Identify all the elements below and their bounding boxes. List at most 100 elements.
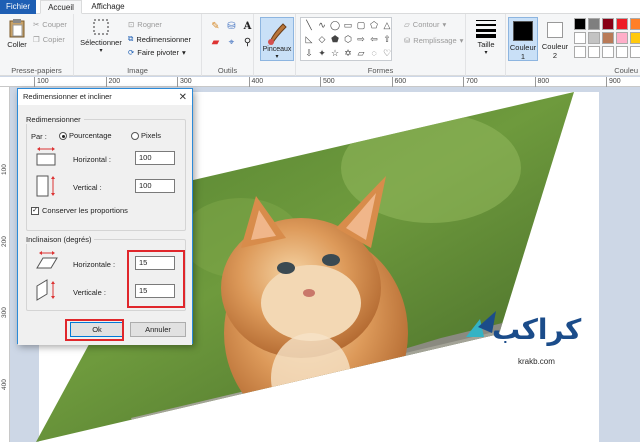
cancel-button[interactable]: Annuler: [130, 322, 186, 337]
down-arrow-icon[interactable]: ⇩: [303, 47, 315, 60]
hexagon-shape-icon[interactable]: ⬡: [342, 33, 354, 46]
horizontal-ruler: 100 200 300 400 500 600 700 800 900: [0, 77, 640, 87]
vertical-skew-icon: [36, 279, 55, 301]
cut-button[interactable]: ✂ Couper: [33, 20, 67, 29]
color-swatch[interactable]: [574, 18, 586, 30]
dialog-title: Redimensionner et incliner: [23, 92, 112, 101]
chevron-down-icon: ▾: [442, 20, 447, 29]
close-icon[interactable]: ✕: [179, 90, 187, 106]
ruler-tick-label: 200: [105, 77, 120, 87]
magnifier-icon[interactable]: ⚲: [240, 36, 255, 50]
skew-inputs-highlight: [127, 250, 185, 308]
crop-icon: ⊡: [128, 20, 135, 29]
outline-button[interactable]: ▱ Contour ▾: [404, 20, 446, 29]
color-swatch[interactable]: [602, 46, 614, 58]
rotate-button[interactable]: ⟳ Faire pivoter ▾: [128, 48, 186, 57]
tab-home[interactable]: Accueil: [40, 0, 82, 14]
color-swatch[interactable]: [574, 46, 586, 58]
curve-shape-icon[interactable]: ∿: [316, 19, 328, 32]
color-swatch[interactable]: [616, 46, 628, 58]
brushes-button[interactable]: Pinceaux ▾: [260, 17, 294, 61]
ruler-tick-label: 400: [248, 77, 263, 87]
color-swatch[interactable]: [588, 32, 600, 44]
vertical-label: Vertical :: [73, 183, 102, 192]
resize-button[interactable]: ⧉ Redimensionner: [128, 34, 191, 44]
ruler-tick-label: 400: [1, 378, 8, 390]
color-swatch[interactable]: [630, 46, 640, 58]
tab-file[interactable]: Fichier: [0, 0, 36, 14]
color-swatch[interactable]: [616, 18, 628, 30]
oval-shape-icon[interactable]: ◯: [329, 19, 341, 32]
fill-icon: ⛁: [404, 36, 411, 45]
colors-group: Couleur 1 Couleur 2 Couleu: [506, 14, 640, 76]
paste-button[interactable]: Coller: [3, 18, 31, 49]
rotate-icon: ⟳: [128, 48, 135, 57]
diamond-shape-icon[interactable]: ◇: [316, 33, 328, 46]
color-swatch[interactable]: [574, 32, 586, 44]
copy-icon: ❐: [33, 35, 40, 44]
clipboard-group: Coller ✂ Couper ❐ Copier Presse-papiers: [0, 14, 74, 76]
color-swatch[interactable]: [630, 32, 640, 44]
percent-radio[interactable]: Pourcentage: [59, 131, 112, 141]
color-swatch[interactable]: [602, 18, 614, 30]
clipboard-icon: [9, 19, 25, 38]
color-swatch[interactable]: [616, 32, 628, 44]
color-swatch[interactable]: [588, 18, 600, 30]
fill-button[interactable]: ⛁ Remplissage ▾: [404, 36, 463, 45]
dialog-title-bar: Redimensionner et incliner ✕: [18, 89, 192, 105]
left-arrow-icon[interactable]: ⇦: [368, 33, 380, 46]
tab-view[interactable]: Affichage: [84, 0, 132, 14]
pentagon-shape-icon[interactable]: ⬟: [329, 33, 341, 46]
watermark-url: krakb.com: [518, 357, 555, 366]
pencil-icon[interactable]: ✎: [208, 20, 223, 34]
outline-label: Contour: [412, 20, 440, 29]
color2-label: Couleur 2: [541, 42, 569, 60]
ruler-tick-label: 200: [1, 235, 8, 247]
watermark: كراكب krakb.com: [462, 305, 582, 369]
select-button[interactable]: Sélectionner ▾: [78, 18, 124, 54]
up-arrow-icon[interactable]: ⇧: [381, 33, 393, 46]
cut-label: Couper: [42, 20, 67, 29]
fill-bucket-icon[interactable]: ⛁: [224, 20, 239, 34]
callout-rect-icon[interactable]: ▱: [355, 47, 367, 60]
star6-icon[interactable]: ✡: [342, 47, 354, 60]
color1-button[interactable]: Couleur 1: [508, 17, 538, 61]
right-arrow-icon[interactable]: ⇨: [355, 33, 367, 46]
size-button[interactable]: Taille ▾: [472, 18, 500, 56]
rectangle-shape-icon[interactable]: ▭: [342, 19, 354, 32]
triangle-shape-icon[interactable]: △: [381, 19, 393, 32]
brushes-group: Pinceaux ▾: [254, 14, 296, 76]
color-picker-icon[interactable]: ⌖: [224, 36, 239, 50]
ruler-tick-label: 600: [391, 77, 406, 87]
ruler-tick-label: 100: [34, 77, 49, 87]
color-swatch[interactable]: [602, 32, 614, 44]
color2-button[interactable]: Couleur 2: [540, 17, 570, 60]
rounded-rectangle-icon[interactable]: ▢: [355, 19, 367, 32]
star5-icon[interactable]: ☆: [329, 47, 341, 60]
vertical-resize-icon: [36, 175, 55, 197]
horizontal-label: Horizontal :: [73, 155, 111, 164]
line-shape-icon[interactable]: ╲: [303, 19, 315, 32]
callout-oval-icon[interactable]: ◌: [368, 47, 380, 60]
horizontal-input[interactable]: 100: [135, 151, 175, 165]
color-palette: [574, 18, 640, 58]
outline-icon: ▱: [404, 20, 410, 29]
color-swatch[interactable]: [630, 18, 640, 30]
keep-ratio-checkbox[interactable]: ✓ Conserver les proportions: [31, 206, 128, 216]
radio-selected-icon: [59, 132, 67, 141]
selection-icon: [93, 19, 109, 35]
text-icon[interactable]: A: [240, 20, 255, 34]
right-triangle-icon[interactable]: ◺: [303, 33, 315, 46]
fill-label: Remplissage: [413, 36, 457, 45]
color-swatch[interactable]: [588, 46, 600, 58]
eraser-icon[interactable]: ▰: [208, 36, 223, 50]
ruler-tick-label: 500: [320, 77, 335, 87]
rotate-label: Faire pivoter: [137, 48, 179, 57]
star4-icon[interactable]: ✦: [316, 47, 328, 60]
copy-button[interactable]: ❐ Copier: [33, 35, 65, 44]
heart-shape-icon[interactable]: ♡: [381, 47, 393, 60]
crop-button[interactable]: ⊡ Rogner: [128, 20, 162, 29]
pixels-radio[interactable]: Pixels: [131, 131, 161, 141]
vertical-input[interactable]: 100: [135, 179, 175, 193]
polygon-shape-icon[interactable]: ⬠: [368, 19, 380, 32]
